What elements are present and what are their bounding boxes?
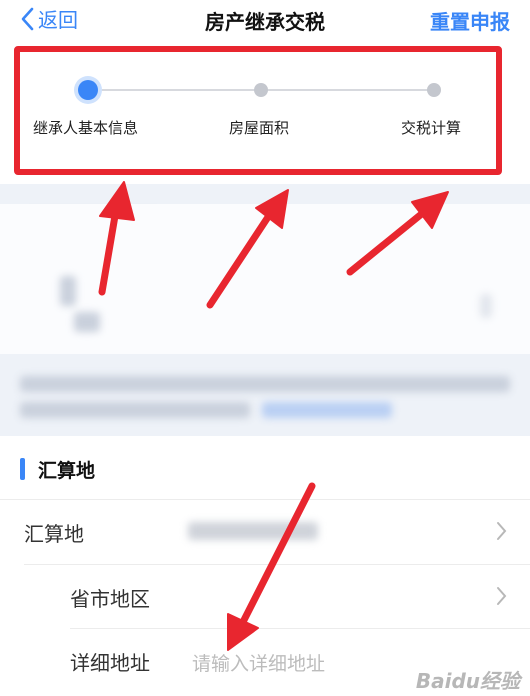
settlement-location-row[interactable]: 汇算地 xyxy=(0,500,530,564)
blurred-card xyxy=(0,204,530,354)
step-connector xyxy=(262,89,434,91)
back-label: 返回 xyxy=(38,8,78,32)
step-label-heir-info: 继承人基本信息 xyxy=(33,119,139,137)
blurred-info-section xyxy=(0,184,530,436)
detail-address-input[interactable]: 请输入详细地址 xyxy=(192,649,325,676)
blurred-chevron xyxy=(480,294,492,318)
chevron-left-icon xyxy=(21,7,34,30)
chevron-right-icon xyxy=(497,587,507,605)
blurred-notice xyxy=(20,402,250,418)
step-label-tax-calc: 交税计算 xyxy=(401,119,462,137)
nav-bar: 返回 房产继承交税 重置申报 xyxy=(0,0,530,44)
step-indicator: 继承人基本信息 房屋面积 交税计算 xyxy=(0,44,530,184)
watermark: Baidu经验 xyxy=(415,669,520,693)
step-dot-active xyxy=(78,80,98,100)
blurred-text xyxy=(60,276,76,306)
blurred-text xyxy=(74,312,100,332)
settlement-location-label: 汇算地 xyxy=(24,522,84,546)
province-city-label: 省市地区 xyxy=(70,587,150,611)
step-dot xyxy=(254,83,268,97)
section-marker xyxy=(20,458,25,480)
blurred-value xyxy=(188,522,318,540)
chevron-right-icon xyxy=(497,522,507,540)
detail-address-label: 详细地址 xyxy=(70,651,150,675)
section-header: 汇算地 xyxy=(0,436,530,500)
back-button[interactable]: 返回 xyxy=(20,4,78,33)
section-title: 汇算地 xyxy=(38,460,96,482)
reset-declaration-button[interactable]: 重置申报 xyxy=(430,6,510,35)
blurred-notice xyxy=(20,376,510,392)
step-label-house-area: 房屋面积 xyxy=(229,119,290,137)
blurred-link xyxy=(262,402,392,418)
province-city-row[interactable]: 省市地区 xyxy=(0,565,530,629)
step-connector xyxy=(88,89,260,91)
step-dot xyxy=(427,83,441,97)
